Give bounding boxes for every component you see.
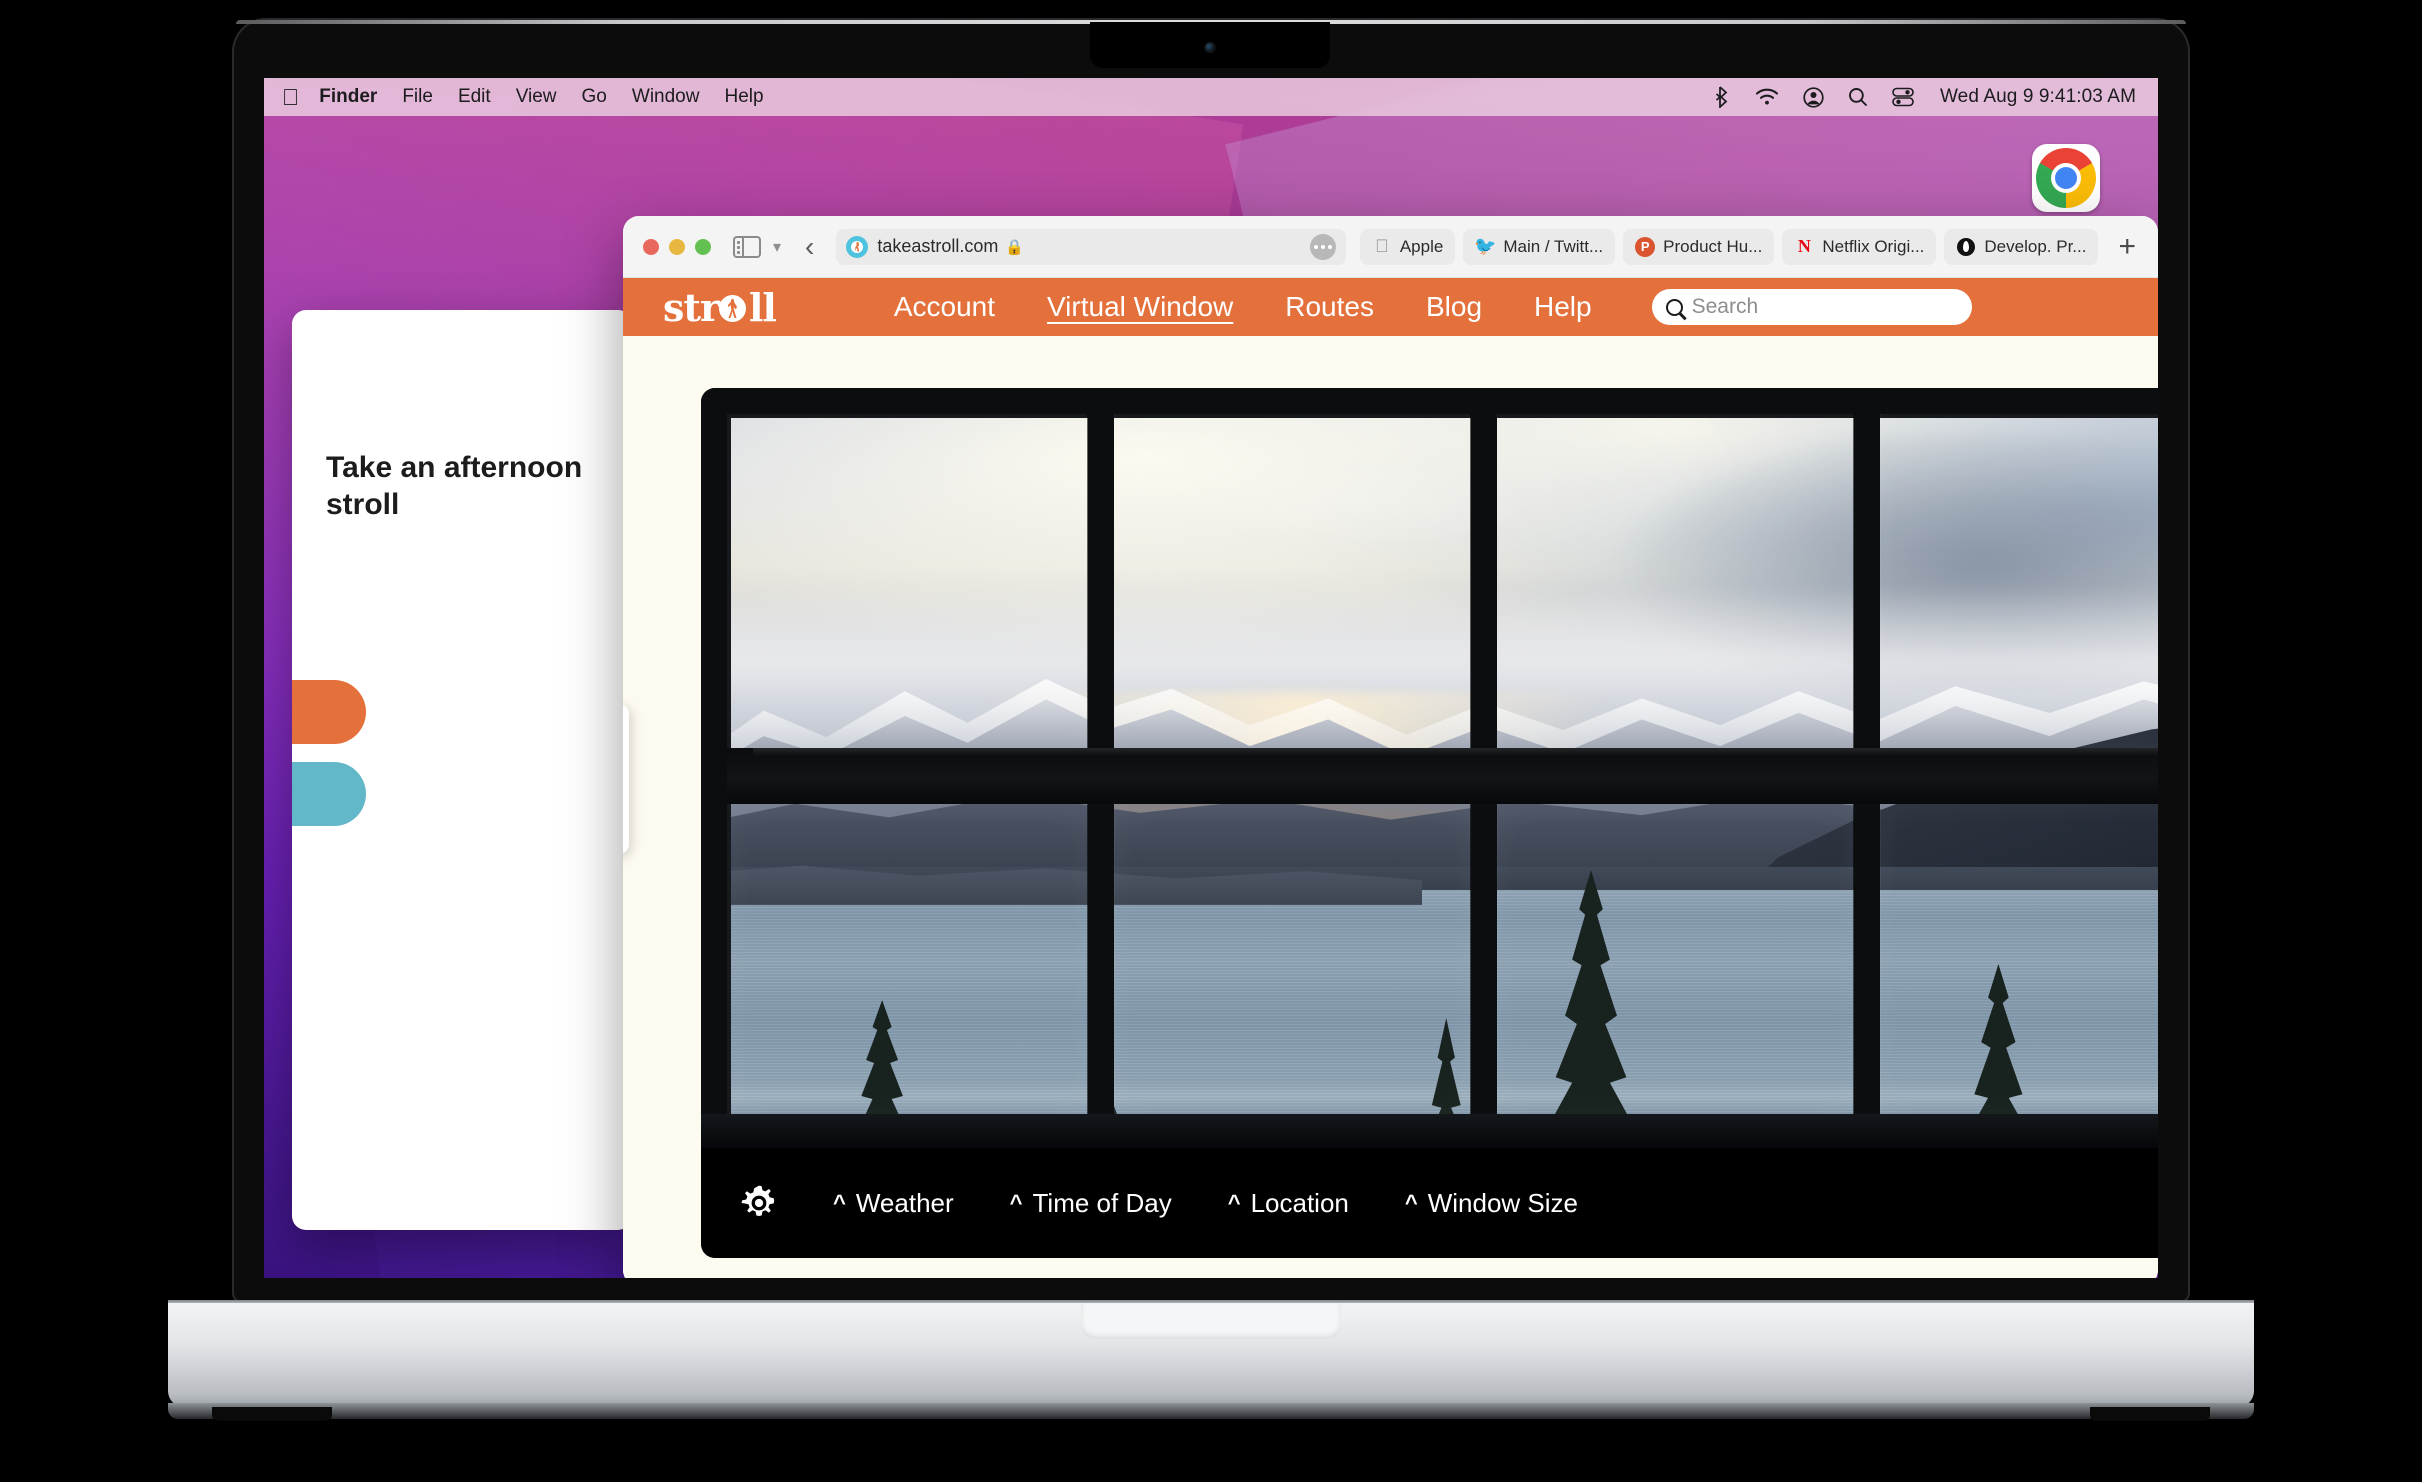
control-label: Location [1250,1187,1349,1218]
back-arrow-icon[interactable]: ‹ [805,232,814,261]
browser-tab-producthunt[interactable]: P Product Hu... [1623,228,1775,265]
menu-item-window[interactable]: Window [632,86,700,108]
maximize-window-button[interactable] [695,238,711,255]
background-window-heading: Take an afternoon stroll [326,451,583,521]
menu-item-finder[interactable]: Finder [319,86,377,108]
window-pane [1114,804,1471,1118]
browser-tab-netflix[interactable]: N Netflix Origi... [1782,228,1937,265]
laptop-base-bottom-edge [168,1403,2254,1419]
browser-tab-label: Apple [1399,236,1444,256]
address-bar-url: takeastroll.com [877,236,999,256]
browser-tab-label: Develop. Pr... [1984,236,2087,256]
browser-tab-label: Netflix Origi... [1822,236,1925,256]
search-icon [1665,298,1683,316]
close-window-button[interactable] [643,238,659,255]
nav-item-help[interactable]: Help [1508,291,1618,323]
glass-smudge [1171,448,1580,556]
stroll-favicon [846,235,869,258]
logo-text-suffix: ll [748,284,777,330]
screen-notch [1090,22,1330,68]
netflix-favicon: N [1797,236,1811,256]
background-window-primary-button[interactable] [292,680,366,744]
lock-icon: 🔒 [1005,238,1025,256]
walking-person-icon [718,292,749,322]
window-traffic-lights [643,238,711,255]
wifi-icon[interactable] [1755,88,1779,106]
site-search-input[interactable]: Search [1651,289,1972,325]
page-content: › [623,336,2158,1278]
menu-bar-clock[interactable]: Wed Aug 9 9:41:03 AM [1940,86,2136,108]
chevron-up-icon: ^ [1227,1190,1241,1215]
laptop-scene:  Finder File Edit View Go Window Help [0,0,2422,1482]
browser-tab-strip:  Apple 🐦 Main / Twitt... P Product Hu..… [1359,228,2142,265]
browser-tab-apple[interactable]:  Apple [1359,228,1456,265]
nav-item-routes[interactable]: Routes [1259,291,1400,323]
site-navigation-bar: str ll Account Virtual Window Routes Blo… [623,278,2158,336]
webcam-icon [1205,43,1215,52]
background-browser-window[interactable]: Take an afternoon stroll [292,310,632,1230]
menu-item-edit[interactable]: Edit [458,86,491,108]
laptop-screen:  Finder File Edit View Go Window Help [264,78,2158,1278]
carousel-next-button[interactable]: › [623,704,629,854]
nav-item-virtual-window[interactable]: Virtual Window [1021,291,1259,323]
producthunt-favicon: P [1635,236,1656,257]
foreground-brush [701,1114,2158,1148]
apple-logo-icon[interactable]:  [282,85,299,109]
control-label: Time of Day [1032,1187,1172,1218]
gear-icon[interactable] [739,1183,779,1223]
logo-text: str [663,284,720,330]
mac-menu-bar:  Finder File Edit View Go Window Help [264,78,2158,116]
sidebar-toggle-icon[interactable] [733,235,761,258]
virtual-window-panel: ^ Weather ^ Time of Day ^ Location ^ Win… [701,388,2158,1258]
stroll-logo[interactable]: str ll [663,284,777,330]
window-pane [1497,804,1854,1118]
developer-favicon [1956,237,1976,257]
minimize-window-button[interactable] [669,238,685,255]
chevron-up-icon: ^ [1009,1190,1023,1215]
menu-item-help[interactable]: Help [724,86,763,108]
search-placeholder: Search [1691,295,1759,318]
apple-favicon:  [1372,236,1392,257]
window-pane [731,418,1088,748]
control-location[interactable]: ^ Location [1200,1188,1377,1219]
background-window-secondary-button[interactable] [292,762,366,826]
menu-item-file[interactable]: File [402,86,433,108]
control-weather[interactable]: ^ Weather [805,1188,982,1219]
safari-browser-window: ▾ ‹ takeastroll.com 🔒  Apple 🐦 [623,216,2158,1278]
address-bar[interactable]: takeastroll.com 🔒 [836,228,1346,265]
browser-tab-developer[interactable]: Develop. Pr... [1944,228,2099,265]
twitter-favicon: 🐦 [1474,236,1497,256]
control-time-of-day[interactable]: ^ Time of Day [982,1188,1200,1219]
spotlight-search-icon[interactable] [1848,87,1868,107]
chrome-icon [2032,144,2100,212]
user-account-icon[interactable] [1803,86,1824,108]
laptop-foot-right [2090,1407,2210,1421]
virtual-window-controls: ^ Weather ^ Time of Day ^ Location ^ Win… [701,1148,2158,1258]
ellipsis-icon[interactable] [1309,233,1336,260]
control-center-icon[interactable] [1892,87,1914,107]
browser-tab-label: Main / Twitt... [1503,236,1604,256]
site-nav-links: Account Virtual Window Routes Blog Help [868,291,1618,323]
browser-tab-twitter[interactable]: 🐦 Main / Twitt... [1463,228,1616,265]
window-pane [731,804,1088,1118]
plus-icon[interactable]: + [2118,231,2136,262]
control-label: Window Size [1427,1187,1579,1218]
laptop-base-notch [1081,1303,1341,1339]
laptop-foot-left [212,1407,332,1421]
window-pane [1880,418,2158,748]
window-pane [1880,804,2158,1118]
bluetooth-icon[interactable] [1715,86,1731,108]
menu-item-go[interactable]: Go [582,86,607,108]
chevron-down-icon[interactable]: ▾ [773,237,781,257]
menu-item-view[interactable]: View [516,86,557,108]
chevron-up-icon: ^ [833,1190,846,1215]
chevron-up-icon: ^ [1404,1190,1418,1215]
nav-item-blog[interactable]: Blog [1400,291,1508,323]
virtual-window-scene[interactable] [701,388,2158,1148]
nav-item-account[interactable]: Account [868,291,1021,323]
control-window-size[interactable]: ^ Window Size [1377,1188,1606,1219]
browser-toolbar: ▾ ‹ takeastroll.com 🔒  Apple 🐦 [623,216,2158,278]
browser-tab-label: Product Hu... [1663,236,1763,256]
control-label: Weather [855,1187,954,1218]
